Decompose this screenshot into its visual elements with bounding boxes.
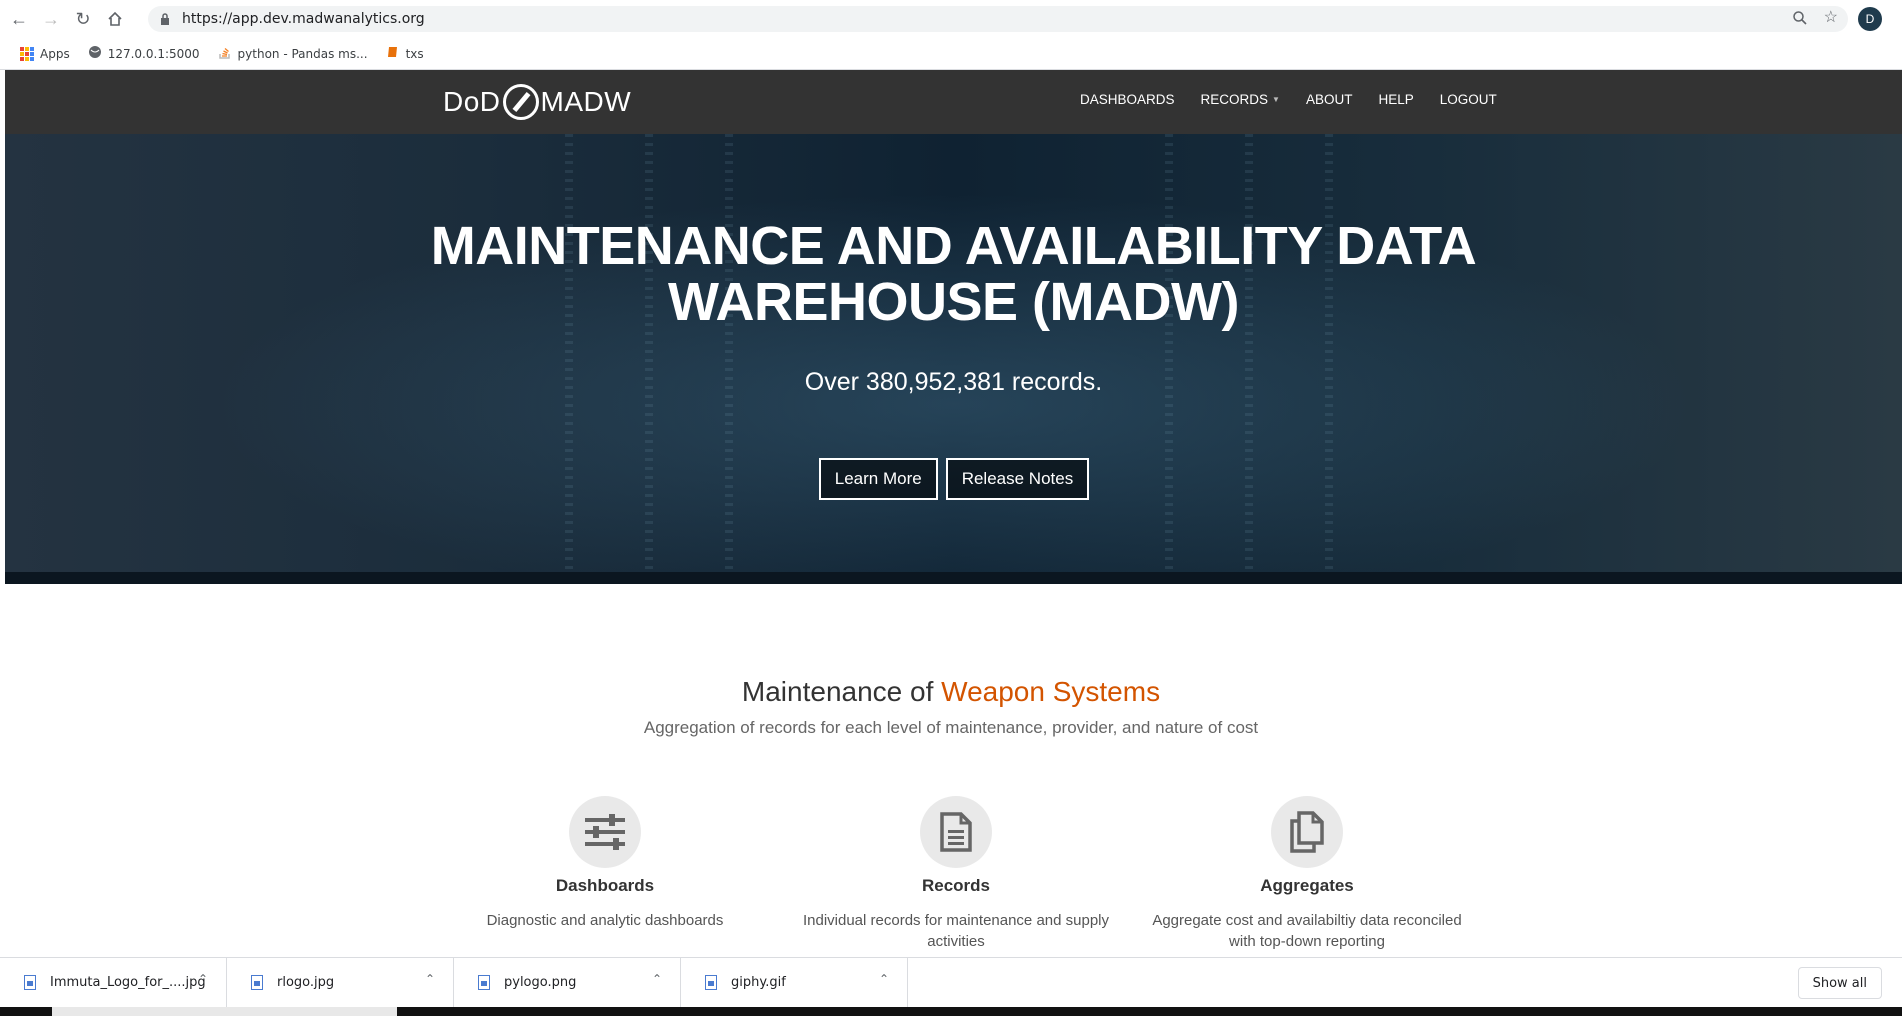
stackoverflow-icon: [218, 45, 232, 62]
star-icon[interactable]: ☆: [1824, 10, 1838, 31]
background-decor: [565, 134, 573, 584]
image-file-icon: [705, 975, 717, 990]
feature-title: Aggregates: [1260, 876, 1354, 895]
feature-records[interactable]: Records Individual records for maintenan…: [786, 796, 1126, 952]
feature-dashboards[interactable]: Dashboards Diagnostic and analytic dashb…: [435, 796, 775, 931]
background-decor: [1245, 134, 1253, 584]
madw-logo[interactable]: DoD MADW: [443, 84, 631, 120]
hero-buttons: Learn More Release Notes: [5, 458, 1902, 500]
nav-about[interactable]: ABOUT: [1306, 92, 1353, 107]
image-file-icon: [24, 975, 36, 990]
nav-dashboards[interactable]: DASHBOARDS: [1080, 92, 1175, 107]
feature-title: Records: [921, 876, 991, 895]
bookmark-stackoverflow[interactable]: python - Pandas ms...: [218, 45, 368, 62]
show-all-button[interactable]: Show all: [1797, 967, 1882, 999]
back-arrow-icon[interactable]: ←: [6, 6, 32, 32]
reload-icon[interactable]: ↻: [70, 6, 96, 32]
feature-description: Diagnostic and analytic dashboards: [486, 912, 724, 929]
download-item[interactable]: Immuta_Logo_for_....jpg ⌃: [0, 957, 227, 1008]
release-notes-button[interactable]: Release Notes: [945, 458, 1090, 500]
avatar[interactable]: D: [1858, 7, 1882, 31]
main-menu: DASHBOARDS RECORDS ▼ ABOUT HELP LOGOUT: [1080, 92, 1523, 107]
nav-records[interactable]: RECORDS ▼: [1201, 92, 1280, 107]
url-text: https://app.dev.madwanalytics.org: [182, 11, 425, 27]
browser-toolbar: ← → ↻ https://app.dev.madwanalytics.org …: [0, 0, 1902, 38]
feature-description: Aggregate cost and availabiltiy data rec…: [1152, 912, 1462, 950]
document-icon: [920, 796, 992, 868]
nav-logout[interactable]: LOGOUT: [1440, 92, 1497, 107]
bookmarks-bar: Apps 127.0.0.1:5000 python - Pandas ms..…: [0, 38, 1902, 70]
hero-banner: MAINTENANCE AND AVAILABILITY DATA WAREHO…: [5, 134, 1902, 584]
download-filename: giphy.gif: [731, 975, 786, 990]
bookmark-label: 127.0.0.1:5000: [107, 46, 200, 61]
chevron-down-icon: ▼: [1272, 95, 1280, 104]
background-decor: [645, 134, 653, 584]
section-title-accent: Weapon Systems: [941, 676, 1161, 707]
chevron-up-icon[interactable]: ⌃: [879, 972, 889, 986]
bookmark-apps[interactable]: Apps: [20, 46, 70, 61]
nav-help[interactable]: HELP: [1378, 92, 1413, 107]
logo-text-madw: MADW: [540, 86, 632, 117]
bookmark-label: python - Pandas ms...: [237, 46, 368, 61]
chevron-up-icon[interactable]: ⌃: [652, 972, 662, 986]
bookmark-localhost[interactable]: 127.0.0.1:5000: [88, 45, 200, 62]
hero-title-line1: MAINTENANCE AND AVAILABILITY DATA: [430, 216, 1477, 276]
section-subtitle: Aggregation of records for each level of…: [643, 718, 1259, 737]
hero-title-line2: WAREHOUSE (MADW): [668, 272, 1239, 332]
background-decor: [1165, 134, 1173, 584]
site-navbar: DoD MADW DASHBOARDS RECORDS ▼ ABOUT HELP …: [5, 70, 1902, 134]
download-filename: rlogo.jpg: [277, 975, 335, 990]
wrench-seal-icon: [502, 84, 539, 120]
zoom-icon[interactable]: [1792, 10, 1808, 31]
download-item[interactable]: pylogo.png ⌃: [454, 957, 681, 1008]
sliders-icon: [569, 796, 641, 868]
download-item[interactable]: giphy.gif ⌃: [681, 957, 908, 1008]
forward-arrow-icon[interactable]: →: [38, 6, 64, 32]
apps-grid-icon: [20, 46, 34, 61]
bookmark-label: Apps: [40, 46, 70, 61]
nav-records-label: RECORDS: [1200, 92, 1269, 107]
feature-aggregates[interactable]: Aggregates Aggregate cost and availabilt…: [1137, 796, 1477, 952]
bookmark-label: txs: [405, 46, 424, 61]
bookmark-txs[interactable]: txs: [386, 45, 424, 62]
chevron-up-icon[interactable]: ⌃: [425, 972, 435, 986]
image-file-icon: [478, 975, 490, 990]
taskbar-window[interactable]: [52, 1007, 397, 1016]
hero-title: MAINTENANCE AND AVAILABILITY DATA WAREHO…: [5, 218, 1902, 330]
logo-text-dod: DoD: [443, 86, 501, 117]
download-item[interactable]: rlogo.jpg ⌃: [227, 957, 454, 1008]
home-icon[interactable]: [102, 6, 128, 32]
record-count: Over 380,952,381 records.: [804, 368, 1103, 396]
os-taskbar: [0, 1007, 1902, 1016]
background-decor: [1325, 134, 1333, 584]
section-title-part1: Maintenance of: [741, 676, 942, 707]
image-file-icon: [251, 975, 263, 990]
section-title: Maintenance of Weapon Systems: [0, 676, 1902, 708]
globe-icon: [88, 45, 102, 62]
background-decor: [725, 134, 733, 584]
address-bar[interactable]: https://app.dev.madwanalytics.org ☆: [148, 6, 1848, 32]
copy-icon: [1271, 796, 1343, 868]
hero-bottom-strip: [5, 572, 1902, 584]
feature-title: Dashboards: [555, 876, 655, 895]
feature-description: Individual records for maintenance and s…: [802, 912, 1109, 950]
lock-icon: [158, 12, 172, 26]
downloads-bar: Immuta_Logo_for_....jpg ⌃ rlogo.jpg ⌃ py…: [0, 957, 1902, 1008]
chevron-up-icon[interactable]: ⌃: [198, 972, 208, 986]
download-filename: Immuta_Logo_for_....jpg: [50, 975, 206, 990]
learn-more-button[interactable]: Learn More: [818, 458, 938, 500]
download-filename: pylogo.png: [504, 975, 577, 990]
book-icon: [386, 45, 400, 62]
